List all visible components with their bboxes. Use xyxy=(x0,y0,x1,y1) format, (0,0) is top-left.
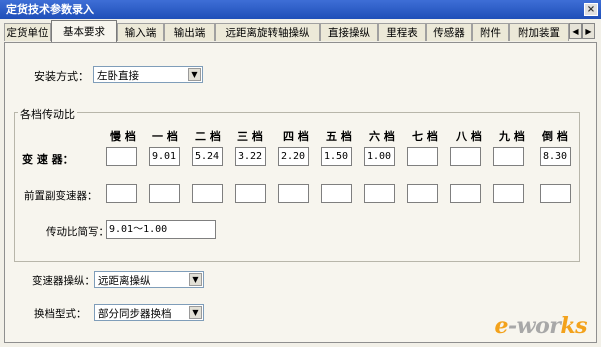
front-aux-gearbox-row-label: 前置副变速器： xyxy=(24,190,98,202)
col-header-slow: 慢 档 xyxy=(110,130,136,143)
tab-additional-device[interactable]: 附加装置 xyxy=(509,23,569,41)
gearbox-ratio-gear-8[interactable] xyxy=(450,147,481,166)
col-header-gear-1: 一 档 xyxy=(152,130,178,143)
gearbox-control-value: 远距离操纵 xyxy=(98,275,151,287)
col-header-reverse: 倒 档 xyxy=(542,130,568,143)
shift-type-label: 换档型式： xyxy=(34,308,87,320)
col-header-gear-9: 九 档 xyxy=(499,130,525,143)
aux-ratio-gear-8[interactable] xyxy=(450,184,481,203)
title-bar: 定货技术参数录入 × xyxy=(0,0,601,19)
tab-output-end[interactable]: 输出端 xyxy=(164,23,215,41)
col-header-gear-3: 三 档 xyxy=(237,130,263,143)
tab-scroll-right-icon[interactable]: ▶ xyxy=(582,23,595,39)
shift-type-value: 部分同步器换档 xyxy=(98,308,172,320)
tab-direct-control[interactable]: 直接操纵 xyxy=(320,23,378,41)
tab-odometer[interactable]: 里程表 xyxy=(378,23,426,41)
tab-basic-requirements[interactable]: 基本要求 xyxy=(51,20,117,42)
shift-type-select[interactable]: 部分同步器换档 ▼ xyxy=(94,304,204,321)
gear-ratio-group-title: 各档传动比 xyxy=(18,106,77,122)
col-header-gear-8: 八 档 xyxy=(456,130,482,143)
col-header-gear-4: 四 档 xyxy=(283,130,309,143)
gearbox-ratio-gear-5[interactable]: 1.50 xyxy=(321,147,352,166)
aux-ratio-gear-7[interactable] xyxy=(407,184,438,203)
aux-ratio-gear-3[interactable] xyxy=(235,184,266,203)
gearbox-control-select[interactable]: 远距离操纵 ▼ xyxy=(94,271,204,288)
gearbox-ratio-gear-7[interactable] xyxy=(407,147,438,166)
install-mode-label: 安装方式： xyxy=(34,70,89,83)
gearbox-ratio-reverse[interactable]: 8.30 xyxy=(540,147,571,166)
close-icon[interactable]: × xyxy=(584,3,598,16)
aux-ratio-gear-2[interactable] xyxy=(192,184,223,203)
tab-remote-rotary-shaft[interactable]: 远距离旋转轴操纵 xyxy=(215,23,320,41)
chevron-down-icon[interactable]: ▼ xyxy=(189,306,202,319)
ratio-summary-field[interactable]: 9.01～1.00 xyxy=(106,220,216,239)
logo-part-ks: ks xyxy=(560,313,587,339)
dialog-window: 定货技术参数录入 × 定货单位 基本要求 输入端 输出端 远距离旋转轴操纵 直接… xyxy=(0,0,601,347)
ratio-summary-label: 传动比简写： xyxy=(46,226,109,238)
tab-order-unit[interactable]: 定货单位 xyxy=(4,23,51,41)
eworks-watermark-logo: e-works xyxy=(494,313,588,339)
gearbox-row-label: 变 速 器： xyxy=(22,153,74,166)
col-header-gear-5: 五 档 xyxy=(326,130,352,143)
chevron-down-icon[interactable]: ▼ xyxy=(188,68,201,81)
tab-sensor[interactable]: 传感器 xyxy=(426,23,472,41)
tab-input-end[interactable]: 输入端 xyxy=(117,23,164,41)
col-header-gear-7: 七 档 xyxy=(412,130,438,143)
aux-ratio-gear-6[interactable] xyxy=(364,184,395,203)
tab-strip: 定货单位 基本要求 输入端 输出端 远距离旋转轴操纵 直接操纵 里程表 传感器 … xyxy=(0,20,601,42)
install-mode-value: 左卧直接 xyxy=(97,70,139,82)
col-header-gear-6: 六 档 xyxy=(369,130,395,143)
window-title: 定货技术参数录入 xyxy=(6,3,94,16)
chevron-down-icon[interactable]: ▼ xyxy=(189,273,202,286)
logo-part-wor: -wor xyxy=(508,313,561,339)
gearbox-control-label: 变速器操纵： xyxy=(32,275,95,287)
aux-ratio-gear-1[interactable] xyxy=(149,184,180,203)
gearbox-ratio-gear-4[interactable]: 2.20 xyxy=(278,147,309,166)
aux-ratio-gear-9[interactable] xyxy=(493,184,524,203)
aux-ratio-reverse[interactable] xyxy=(540,184,571,203)
aux-ratio-slow[interactable] xyxy=(106,184,137,203)
gearbox-ratio-gear-3[interactable]: 3.22 xyxy=(235,147,266,166)
col-header-gear-2: 二 档 xyxy=(195,130,221,143)
gearbox-ratio-gear-9[interactable] xyxy=(493,147,524,166)
gearbox-ratio-gear-2[interactable]: 5.24 xyxy=(192,147,223,166)
gearbox-ratio-gear-1[interactable]: 9.01 xyxy=(149,147,180,166)
logo-part-e: e xyxy=(494,313,509,339)
aux-ratio-gear-4[interactable] xyxy=(278,184,309,203)
install-mode-select[interactable]: 左卧直接 ▼ xyxy=(93,66,203,83)
tab-accessory[interactable]: 附件 xyxy=(472,23,509,41)
tab-scroll-left-icon[interactable]: ◀ xyxy=(569,23,582,39)
gearbox-ratio-gear-6[interactable]: 1.00 xyxy=(364,147,395,166)
aux-ratio-gear-5[interactable] xyxy=(321,184,352,203)
gearbox-ratio-slow[interactable] xyxy=(106,147,137,166)
